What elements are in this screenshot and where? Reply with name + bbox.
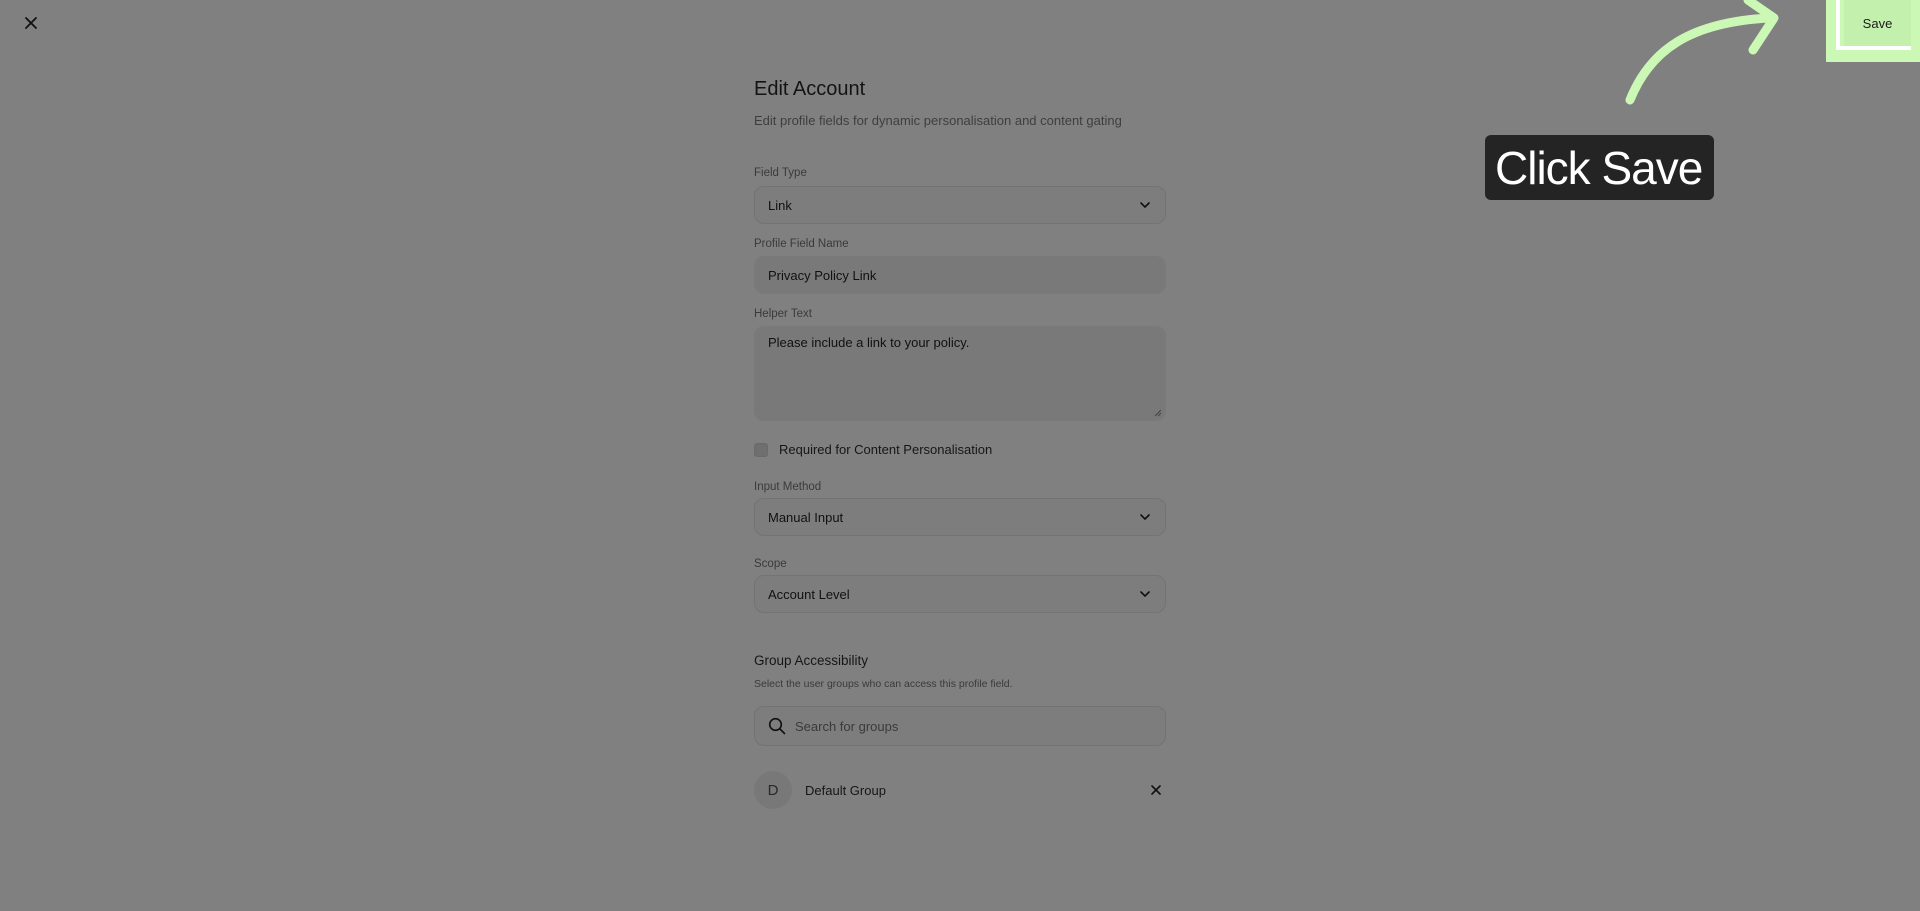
list-item: D Default Group (754, 770, 1166, 810)
group-accessibility-description: Select the user groups who can access th… (754, 678, 1013, 690)
input-method-value: Manual Input (768, 509, 844, 525)
close-icon[interactable] (1150, 784, 1162, 796)
chevron-down-icon (1140, 514, 1150, 520)
chevron-down-icon (1140, 591, 1150, 597)
field-type-select[interactable]: Link (754, 186, 1166, 224)
helper-text-label: Helper Text (754, 308, 812, 320)
field-type-value: Link (768, 197, 792, 213)
chevron-down-icon (1140, 202, 1150, 208)
scope-label: Scope (754, 558, 787, 570)
arrow-icon (1625, 0, 1779, 105)
profile-field-name-input[interactable]: Privacy Policy Link (754, 256, 1166, 294)
group-search-placeholder: Search for groups (795, 718, 899, 734)
group-search-input[interactable]: Search for groups (754, 706, 1166, 746)
close-icon[interactable] (22, 14, 40, 32)
field-type-label: Field Type (754, 167, 807, 179)
save-button[interactable]: Save (1844, 0, 1911, 46)
resize-handle-icon[interactable] (1154, 409, 1162, 417)
save-highlight-frame: Save (1836, 0, 1911, 50)
page-subtitle: Edit profile fields for dynamic personal… (754, 113, 1122, 128)
required-checkbox-row[interactable]: Required for Content Personalisation (754, 442, 992, 457)
annotation-tooltip: Click Save (1485, 135, 1714, 200)
helper-text-value: Please include a link to your policy. (768, 335, 970, 350)
page-title: Edit Account (754, 78, 866, 100)
input-method-label: Input Method (754, 481, 822, 493)
group-name: Default Group (805, 782, 886, 798)
scope-value: Account Level (768, 586, 850, 602)
required-checkbox-label: Required for Content Personalisation (779, 442, 993, 457)
helper-text-textarea[interactable]: Please include a link to your policy. (754, 326, 1166, 421)
edit-account-form: Edit Account Edit profile fields for dyn… (754, 78, 1166, 809)
scope-select[interactable]: Account Level (754, 575, 1166, 613)
avatar: D (754, 771, 792, 809)
save-highlight: Save (1826, 0, 1920, 62)
profile-field-name-label: Profile Field Name (754, 238, 849, 250)
profile-field-name-value: Privacy Policy Link (768, 267, 877, 283)
group-accessibility-title: Group Accessibility (754, 653, 869, 668)
search-icon (768, 717, 786, 735)
edit-account-page: Edit Account Edit profile fields for dyn… (0, 0, 1920, 911)
required-checkbox[interactable] (754, 442, 768, 457)
input-method-select[interactable]: Manual Input (754, 498, 1166, 536)
